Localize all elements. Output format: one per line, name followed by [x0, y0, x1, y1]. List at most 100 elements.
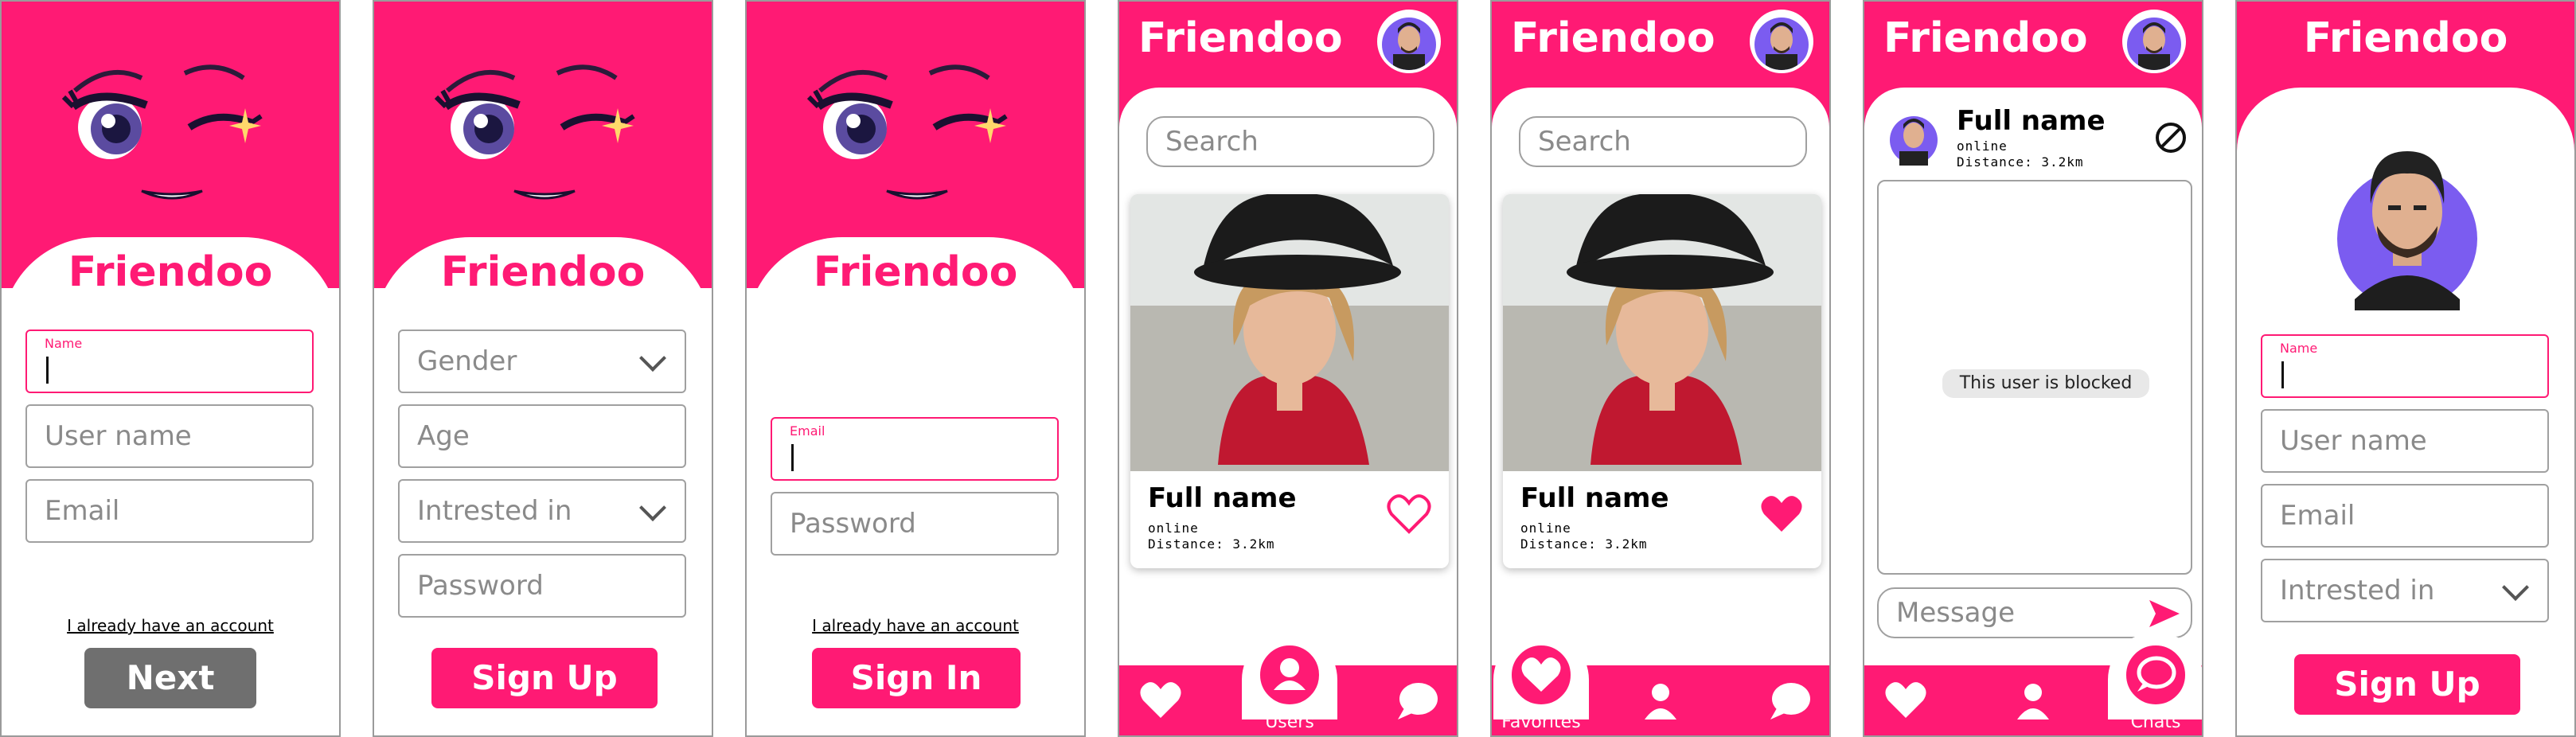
user-status: online — [1520, 521, 1571, 536]
app-title: Friendoo — [813, 248, 1018, 296]
gender-select[interactable]: Gender — [398, 330, 686, 393]
man-avatar-icon — [1754, 18, 1809, 70]
interested-in-placeholder: Intrested in — [2280, 575, 2435, 606]
winking-face-illustration — [806, 64, 1008, 200]
user-full-name: Full name — [1520, 482, 1669, 514]
chevron-down-icon — [639, 494, 666, 521]
name-field-label: Name — [45, 336, 83, 351]
bottom-nav: Chats — [1864, 632, 2202, 735]
profile-avatar[interactable] — [1750, 10, 1813, 73]
block-icon[interactable] — [2154, 121, 2188, 154]
text-caret — [2281, 361, 2284, 388]
screen-chat: Friendoo Full name online Distance: 3.2k… — [1863, 0, 2203, 737]
search-input[interactable]: Search — [1519, 116, 1807, 167]
heart-icon[interactable] — [1138, 680, 1183, 721]
nav-favorites-active[interactable] — [1508, 641, 1575, 708]
nav-users-active[interactable] — [1256, 641, 1323, 708]
content-panel: Search Full name online Distance: 3.2km — [1492, 88, 1829, 677]
nav-chats-active[interactable] — [2122, 641, 2189, 708]
bottom-nav: Users — [1119, 632, 1457, 735]
interested-in-select[interactable]: Intrested in — [2261, 559, 2549, 622]
age-field[interactable]: Age — [398, 404, 686, 468]
send-icon[interactable] — [2148, 599, 2181, 629]
user-card[interactable]: Full name online Distance: 3.2km — [1130, 194, 1449, 568]
text-caret — [791, 444, 794, 471]
heart-icon[interactable] — [1883, 680, 1928, 721]
app-title: Friendoo — [68, 248, 273, 296]
chat-bubble-icon — [2137, 656, 2176, 692]
blocked-notice: This user is blocked — [1942, 369, 2149, 398]
heart-filled-icon[interactable] — [1759, 493, 1804, 535]
app-title: Friendoo — [2303, 14, 2508, 62]
screen-register-step2: Friendoo Gender Age Intrested in Passwor… — [373, 0, 713, 737]
screen-users: Friendoo Search Full name online Distanc… — [1118, 0, 1458, 737]
have-account-link[interactable]: I already have an account — [2, 616, 339, 635]
interested-in-select[interactable]: Intrested in — [398, 479, 686, 543]
chat-contact-name: Full name — [1957, 105, 2106, 137]
email-placeholder: Email — [2280, 500, 2355, 532]
chat-bubble-icon[interactable] — [1767, 680, 1812, 721]
app-title: Friendoo — [1138, 14, 1343, 62]
user-icon[interactable] — [2011, 680, 2055, 721]
chevron-down-icon — [639, 345, 666, 372]
name-field[interactable]: Name — [2261, 334, 2549, 398]
user-photo — [1130, 194, 1449, 471]
password-field[interactable]: Password — [398, 554, 686, 618]
username-field[interactable]: User name — [2261, 409, 2549, 473]
user-status: online — [1148, 521, 1199, 536]
username-placeholder: User name — [2280, 425, 2427, 457]
email-field[interactable]: Email — [771, 417, 1059, 481]
chat-contact-avatar[interactable] — [1888, 108, 1939, 166]
winking-face-illustration — [61, 64, 263, 200]
search-input[interactable]: Search — [1146, 116, 1434, 167]
app-title: Friendoo — [1511, 14, 1715, 62]
search-placeholder: Search — [1538, 126, 1631, 158]
sign-up-button[interactable]: Sign Up — [2294, 654, 2520, 715]
user-card[interactable]: Full name online Distance: 3.2km — [1503, 194, 1821, 568]
username-placeholder: User name — [45, 420, 192, 452]
have-account-link[interactable]: I already have an account — [747, 616, 1084, 635]
user-icon — [1274, 658, 1306, 690]
profile-avatar[interactable] — [1377, 10, 1441, 73]
interested-in-placeholder: Intrested in — [417, 495, 572, 527]
message-input[interactable]: Message — [1877, 587, 2192, 638]
email-field[interactable]: Email — [2261, 484, 2549, 548]
password-field[interactable]: Password — [771, 492, 1059, 556]
message-placeholder: Message — [1896, 597, 2016, 629]
profile-photo[interactable] — [2336, 132, 2479, 310]
user-photo — [1503, 194, 1821, 471]
content-panel: Search Full name online Distance: 3.2km — [1119, 88, 1457, 677]
heart-outline-icon[interactable] — [1387, 493, 1431, 535]
next-button[interactable]: Next — [84, 648, 256, 708]
user-icon[interactable] — [1638, 680, 1683, 721]
chevron-down-icon — [2502, 574, 2529, 601]
email-field[interactable]: Email — [25, 479, 314, 543]
app-title: Friendoo — [440, 248, 646, 296]
name-field[interactable]: Name — [25, 330, 314, 393]
username-field[interactable]: User name — [25, 404, 314, 468]
nav-chats-label: Chats — [2130, 712, 2181, 732]
screen-register-step1: Friendoo Name User name Email I already … — [0, 0, 341, 737]
chat-contact-distance: Distance: 3.2km — [1957, 154, 2084, 170]
age-placeholder: Age — [417, 420, 470, 452]
app-title: Friendoo — [1883, 14, 2088, 62]
nav-favorites-label: Favorites — [1501, 712, 1581, 732]
heart-icon — [1521, 657, 1561, 692]
email-placeholder: Email — [45, 495, 120, 527]
man-avatar-icon — [1382, 18, 1436, 70]
chat-contact-status: online — [1957, 138, 2008, 154]
bottom-nav: Favorites — [1492, 632, 1829, 735]
search-placeholder: Search — [1165, 126, 1259, 158]
screen-sign-in: Friendoo Email Password I already have a… — [745, 0, 1086, 737]
password-placeholder: Password — [417, 570, 544, 602]
user-full-name: Full name — [1148, 482, 1297, 514]
chat-bubble-icon[interactable] — [1395, 680, 1439, 721]
man-avatar-icon — [2127, 18, 2181, 70]
name-field-label: Name — [2280, 341, 2318, 356]
email-field-label: Email — [790, 423, 825, 439]
profile-avatar[interactable] — [2122, 10, 2186, 73]
sign-in-button[interactable]: Sign In — [812, 648, 1021, 708]
gender-placeholder: Gender — [417, 345, 517, 377]
sign-up-button[interactable]: Sign Up — [431, 648, 658, 708]
chat-messages-area[interactable]: This user is blocked — [1877, 180, 2192, 575]
